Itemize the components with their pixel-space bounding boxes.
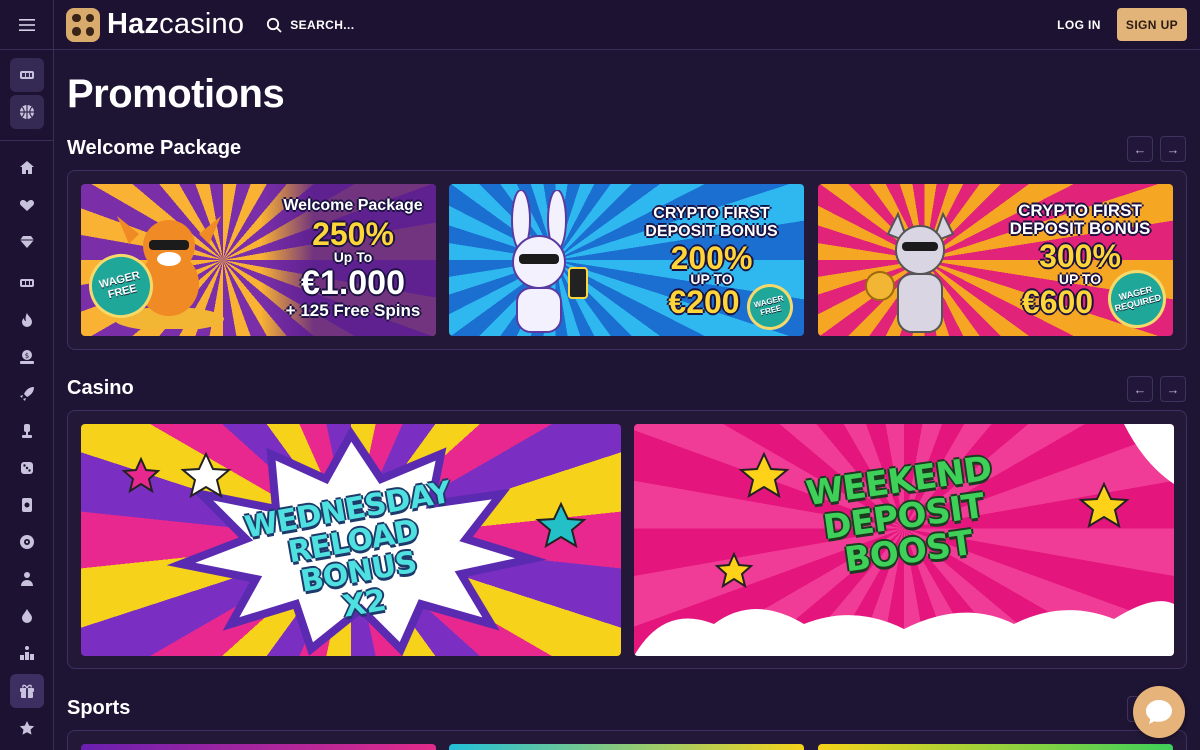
banner-percent: 250%	[312, 216, 394, 252]
sidebar-item-home[interactable]	[10, 151, 44, 185]
arrow-right-icon: →	[1166, 381, 1180, 397]
search-icon	[267, 17, 282, 33]
sidebar-item-drops[interactable]	[10, 599, 44, 633]
roulette-icon	[20, 535, 34, 549]
sidebar-item-slots[interactable]	[10, 266, 44, 300]
promo-banner-crypto-300[interactable]: CRYPTO FIRST DEPOSIT BONUS 300% UP TO €6…	[818, 184, 1173, 336]
section-title-casino: Casino	[67, 377, 134, 399]
menu-button[interactable]	[0, 0, 54, 50]
banner-percent: 300%	[1039, 238, 1121, 274]
arrow-left-icon: ←	[1133, 381, 1147, 397]
search-button[interactable]: SEARCH...	[266, 17, 354, 33]
basketball-icon	[20, 105, 34, 119]
banner-percent: 200%	[670, 240, 753, 276]
welcome-prev-button[interactable]: ←	[1127, 136, 1153, 162]
sidebar-item-hot[interactable]	[10, 303, 44, 337]
sidebar-item-crash[interactable]	[10, 377, 44, 411]
promo-banner-sports-2[interactable]	[449, 744, 804, 750]
dice-logo-icon	[66, 7, 100, 42]
dealer-icon	[21, 572, 33, 586]
promo-banner-wednesday-reload[interactable]: WEDNESDAY RELOAD BONUS X2	[81, 424, 621, 656]
sidebar-item-roulette[interactable]	[10, 525, 44, 559]
sidebar-item-tournaments[interactable]	[10, 414, 44, 448]
slots-icon	[20, 71, 34, 79]
section-title-welcome: Welcome Package	[67, 137, 242, 159]
sidebar-divider	[0, 140, 54, 141]
sidebar-item-favorites[interactable]	[10, 188, 44, 222]
gift-icon	[20, 684, 34, 698]
dice-icon	[21, 462, 33, 474]
banner-upto: Up To	[333, 249, 373, 265]
arrow-left-icon: ←	[1133, 141, 1147, 157]
banner-amount: €1.000	[301, 264, 405, 302]
hamburger-icon	[18, 18, 35, 31]
top-header: Hazcasino SEARCH... LOG IN SIGN UP	[0, 0, 1200, 50]
podium-icon	[20, 646, 34, 660]
wolf-mascot-icon	[865, 211, 955, 333]
login-button[interactable]: LOG IN	[1054, 10, 1104, 40]
section-title-sports: Sports	[67, 697, 131, 719]
chat-bubble-icon	[1146, 700, 1172, 724]
welcome-next-button[interactable]: →	[1160, 136, 1186, 162]
banner-headline: Welcome Package	[283, 197, 423, 214]
money-icon: $	[20, 350, 34, 364]
sidebar-item-jackpots[interactable]: $	[10, 340, 44, 374]
sidebar-item-promotions[interactable]	[10, 674, 44, 708]
live-chat-button[interactable]	[1133, 686, 1185, 738]
sports-carousel	[67, 730, 1187, 750]
sidebar-item-vip[interactable]	[10, 225, 44, 259]
brand-logo[interactable]: Hazcasino	[66, 7, 245, 42]
flame-icon	[22, 313, 32, 327]
page-title: Promotions	[67, 72, 285, 116]
banner-amount: €600	[1021, 284, 1094, 320]
banner-free-spins: + 125 Free Spins	[285, 301, 421, 320]
sidebar-item-leaderboard[interactable]	[10, 636, 44, 670]
banner-subheadline: DEPOSIT BONUS	[645, 223, 778, 240]
joker-icon	[22, 498, 32, 512]
casino-carousel: WEDNESDAY RELOAD BONUS X2 WEEKEND DEPOSI…	[67, 410, 1187, 669]
rabbit-mascot-icon	[511, 190, 588, 333]
sidebar-item-cards[interactable]	[10, 488, 44, 522]
drop-icon	[22, 609, 32, 623]
promo-banner-sports-1[interactable]	[81, 744, 436, 750]
brand-name: Hazcasino	[107, 8, 245, 40]
heart-icon	[19, 200, 35, 211]
sidebar-item-live-dealer[interactable]	[10, 562, 44, 596]
sidebar-item-rewards[interactable]	[10, 711, 44, 745]
banner-headline: CRYPTO FIRST	[653, 205, 770, 222]
svg-text:$: $	[25, 352, 29, 360]
promo-banner-crypto-200[interactable]: CRYPTO FIRST DEPOSIT BONUS 200% UP TO €2…	[449, 184, 804, 336]
home-icon	[20, 161, 34, 174]
banner-headline: CRYPTO FIRST	[1018, 201, 1142, 220]
promo-banner-weekend-boost[interactable]: WEEKEND DEPOSIT BOOST	[634, 424, 1174, 656]
signup-button[interactable]: SIGN UP	[1117, 8, 1187, 41]
promo-banner-sports-3[interactable]	[818, 744, 1173, 750]
star-icon	[19, 721, 35, 735]
diamond-icon	[20, 236, 34, 248]
welcome-carousel: WAGER FREE Welcome Package 250% Up To €1…	[67, 170, 1187, 350]
sidebar-sports-tab[interactable]	[10, 95, 44, 129]
banner-subheadline: DEPOSIT BONUS	[1009, 219, 1151, 238]
promo-banner-welcome-package[interactable]: WAGER FREE Welcome Package 250% Up To €1…	[81, 184, 436, 336]
casino-prev-button[interactable]: ←	[1127, 376, 1153, 402]
arrow-right-icon: →	[1166, 141, 1180, 157]
search-label: SEARCH...	[290, 17, 355, 32]
sidebar: $	[0, 50, 54, 750]
sidebar-casino-tab[interactable]	[10, 58, 44, 92]
rocket-icon	[20, 387, 34, 401]
casino-next-button[interactable]: →	[1160, 376, 1186, 402]
sidebar-item-table-games[interactable]	[10, 451, 44, 485]
slots-icon	[20, 279, 34, 287]
trophy-icon	[22, 424, 32, 438]
